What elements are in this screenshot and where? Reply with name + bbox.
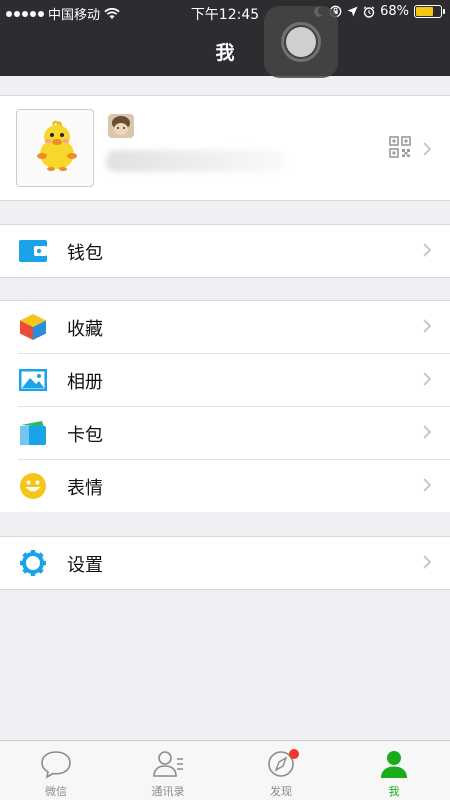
tab-discover[interactable]: 发现 bbox=[225, 741, 337, 800]
location-icon bbox=[347, 6, 358, 17]
wallet-icon bbox=[19, 240, 47, 262]
profile-card[interactable] bbox=[0, 95, 450, 201]
menu-item-favorites[interactable]: 收藏 bbox=[0, 301, 450, 353]
qr-code-icon[interactable] bbox=[389, 136, 411, 158]
alarm-icon bbox=[363, 5, 375, 18]
page-title: 我 bbox=[215, 42, 235, 64]
tab-label-contacts: 通讯录 bbox=[151, 785, 185, 798]
tab-me[interactable]: 我 bbox=[338, 741, 450, 800]
chat-bubble-icon bbox=[41, 751, 71, 779]
contacts-icon bbox=[153, 751, 183, 777]
tab-contacts[interactable]: 通讯录 bbox=[112, 741, 224, 800]
cube-icon bbox=[20, 314, 46, 340]
chevron-right-icon bbox=[423, 243, 432, 257]
status-bar: 中国移动 下午12:45 68% bbox=[0, 0, 450, 24]
tab-label-me: 我 bbox=[388, 785, 400, 798]
menu-label-favorites: 收藏 bbox=[67, 319, 103, 340]
tab-label-discover: 发现 bbox=[270, 785, 292, 798]
chevron-right-icon bbox=[423, 555, 432, 569]
tab-label-chats: 微信 bbox=[45, 785, 67, 798]
chevron-right-icon bbox=[423, 478, 432, 492]
battery-icon bbox=[414, 5, 445, 18]
menu-label-cards: 卡包 bbox=[67, 425, 103, 446]
tab-bar: 微信 通讯录 发现 我 bbox=[0, 740, 450, 800]
chevron-right-icon bbox=[423, 319, 432, 333]
mini-avatar bbox=[108, 114, 134, 138]
chevron-right-icon bbox=[423, 425, 432, 439]
menu-item-stickers[interactable]: 表情 bbox=[0, 460, 450, 512]
battery-percent: 68% bbox=[380, 4, 409, 19]
notification-dot bbox=[289, 749, 299, 759]
menu-label-album: 相册 bbox=[67, 372, 103, 393]
wallet-group: 钱包 bbox=[0, 224, 450, 278]
smiley-icon bbox=[20, 473, 46, 499]
menu-label-settings: 设置 bbox=[67, 555, 103, 576]
menu-item-wallet[interactable]: 钱包 bbox=[0, 225, 450, 277]
settings-group: 设置 bbox=[0, 536, 450, 590]
person-icon bbox=[381, 751, 407, 778]
menu-label-wallet: 钱包 bbox=[67, 243, 103, 264]
menu-item-cards[interactable]: 卡包 bbox=[0, 407, 450, 459]
duck-avatar-image bbox=[37, 120, 77, 171]
card-icon bbox=[20, 421, 46, 445]
avatar[interactable] bbox=[16, 109, 94, 187]
assistive-touch-core bbox=[286, 27, 316, 57]
blurred-name bbox=[106, 150, 286, 172]
menu-item-settings[interactable]: 设置 bbox=[0, 537, 450, 589]
top-bar: 中国移动 下午12:45 68% 我 bbox=[0, 0, 450, 76]
gear-icon bbox=[20, 550, 46, 576]
battery-fill bbox=[416, 7, 433, 16]
tab-chats[interactable]: 微信 bbox=[0, 741, 112, 800]
menu-item-album[interactable]: 相册 bbox=[0, 354, 450, 406]
chevron-right-icon bbox=[423, 372, 432, 386]
features-group: 收藏 相册 卡包 表情 bbox=[0, 300, 450, 512]
chevron-right-icon bbox=[423, 142, 432, 156]
assistive-touch-button[interactable] bbox=[264, 6, 338, 78]
photo-icon bbox=[19, 369, 47, 391]
menu-label-stickers: 表情 bbox=[67, 478, 103, 499]
